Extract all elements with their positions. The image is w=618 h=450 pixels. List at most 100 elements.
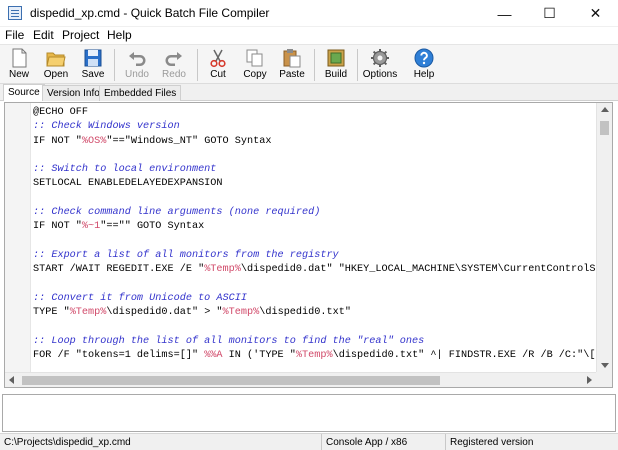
code-text: "=="" GOTO Syntax: [100, 221, 205, 233]
code-text: TYPE ": [33, 307, 70, 319]
undo-icon: [129, 52, 146, 66]
menu-file[interactable]: File: [5, 28, 24, 42]
code-line[interactable]: [33, 235, 599, 249]
help-icon: [414, 48, 434, 68]
code-comment: :: Export a list of all monitors from th…: [33, 249, 339, 261]
code-line[interactable]: SETLOCAL ENABLEDELAYEDEXPANSION: [33, 177, 599, 191]
code-line[interactable]: [33, 278, 599, 292]
code-text: "=="Windows_NT" GOTO Syntax: [106, 135, 272, 147]
scroll-up-icon[interactable]: [601, 107, 609, 112]
new-file-icon: [12, 48, 27, 68]
options-button[interactable]: Options: [361, 46, 399, 84]
status-build-mode: Console App / x86: [322, 434, 446, 450]
code-line[interactable]: IF NOT "%~1"=="" GOTO Syntax: [33, 220, 599, 234]
horizontal-scrollbar[interactable]: [5, 372, 596, 387]
code-variable: %OS%: [81, 135, 107, 147]
horizontal-scroll-thumb[interactable]: [22, 376, 440, 385]
help-button-label: Help: [413, 69, 435, 80]
code-text: START /WAIT REGEDIT.EXE /E ": [33, 264, 205, 276]
menu-bar: File Edit Project Help: [0, 27, 618, 44]
code-line[interactable]: TYPE "%Temp%\dispedid0.dat" > "%Temp%\di…: [33, 306, 599, 320]
maximize-button[interactable]: ☐: [527, 0, 572, 27]
title-bar[interactable]: dispedid_xp.cmd - Quick Batch File Compi…: [0, 0, 618, 27]
code-text: IF NOT ": [33, 135, 82, 147]
code-comment: :: Switch to local environment: [33, 164, 217, 176]
code-comment: :: Check Windows version: [33, 121, 180, 133]
vertical-scrollbar[interactable]: [596, 103, 612, 373]
redo-icon: [165, 52, 182, 66]
window-title: dispedid_xp.cmd - Quick Batch File Compi…: [30, 6, 270, 20]
scroll-left-icon[interactable]: [9, 376, 14, 384]
code-text: \dispedid0.dat" > ": [106, 307, 223, 319]
scroll-right-icon[interactable]: [587, 376, 592, 384]
code-comment: :: Check command line arguments (none re…: [33, 207, 321, 219]
code-text: IF NOT ": [33, 221, 82, 233]
output-panel[interactable]: [2, 394, 616, 432]
gear-icon: [371, 49, 389, 67]
menu-project[interactable]: Project: [62, 28, 99, 42]
code-line[interactable]: [33, 320, 599, 334]
app-icon: [8, 6, 22, 20]
redo-button[interactable]: Redo: [155, 46, 193, 84]
copy-icon: [246, 49, 263, 67]
paste-button-label: Paste: [279, 69, 305, 80]
folder-open-icon: [46, 52, 66, 67]
menu-help[interactable]: Help: [107, 28, 132, 42]
scrollbar-corner: [596, 372, 612, 387]
tab-version-info[interactable]: Version Info: [42, 85, 105, 101]
code-line[interactable]: :: Export a list of all monitors from th…: [33, 249, 599, 263]
code-line[interactable]: FOR /F "tokens=1 delims=[]" %%A IN ('TYP…: [33, 349, 599, 363]
floppy-save-icon: [84, 49, 102, 67]
editor-gutter: [5, 103, 31, 373]
code-line[interactable]: :: Switch to local environment: [33, 163, 599, 177]
code-text: \dispedid0.txt" ^| FINDSTR.EXE /R /B /C:…: [332, 350, 599, 362]
redo-button-label: Redo: [162, 69, 186, 80]
tab-source[interactable]: Source: [3, 84, 45, 101]
code-variable: %Temp%: [222, 307, 260, 319]
close-button[interactable]: ✕: [573, 0, 618, 27]
options-button-label: Options: [362, 69, 398, 80]
scroll-down-icon[interactable]: [601, 363, 609, 368]
build-button[interactable]: Build: [317, 46, 355, 84]
save-button[interactable]: Save: [74, 46, 112, 84]
code-comment: :: Convert it from Unicode to ASCII: [33, 292, 247, 304]
minimize-button[interactable]: —: [482, 0, 527, 27]
source-editor[interactable]: @ECHO OFF:: Check Windows versionIF NOT …: [4, 102, 613, 388]
code-area[interactable]: @ECHO OFF:: Check Windows versionIF NOT …: [33, 106, 599, 372]
code-text: \dispedid0.dat" "HKEY_LOCAL_MACHINE\SYST…: [240, 264, 599, 276]
code-comment: :: Loop through the list of all monitors…: [33, 335, 425, 347]
code-line[interactable]: [33, 149, 599, 163]
code-line[interactable]: [33, 192, 599, 206]
code-line[interactable]: :: Convert it from Unicode to ASCII: [33, 292, 599, 306]
scissors-icon: [210, 49, 226, 68]
code-line[interactable]: :: Loop through the list of all monitors…: [33, 335, 599, 349]
code-text: \dispedid0.txt": [259, 307, 351, 319]
code-text: @ECHO OFF: [33, 107, 89, 118]
code-text: SETLOCAL ENABLEDELAYEDEXPANSION: [33, 178, 223, 190]
status-registration: Registered version: [450, 437, 534, 448]
vertical-scroll-thumb[interactable]: [600, 121, 609, 135]
code-line[interactable]: IF NOT "%OS%"=="Windows_NT" GOTO Syntax: [33, 135, 599, 149]
build-button-label: Build: [324, 69, 348, 80]
code-variable: %Temp%: [69, 307, 107, 319]
status-bar: C:\Projects\dispedid_xp.cmd Console App …: [0, 433, 618, 450]
tab-strip: Source Version Info Embedded Files: [0, 84, 618, 101]
paste-icon: [283, 49, 301, 68]
tab-embedded-files[interactable]: Embedded Files: [99, 85, 182, 101]
build-box-icon: [327, 49, 345, 67]
code-line[interactable]: :: Check Windows version: [33, 120, 599, 134]
toolbar: New Open Save Undo Redo Cut Copy Paste B…: [0, 44, 618, 84]
menu-edit[interactable]: Edit: [33, 28, 54, 42]
code-text: FOR /F "tokens=1 delims=[]": [33, 350, 205, 362]
code-variable: %Temp%: [204, 264, 241, 276]
code-line[interactable]: START /WAIT REGEDIT.EXE /E "%Temp%\dispe…: [33, 263, 599, 277]
help-button[interactable]: Help: [405, 46, 443, 84]
code-variable: %~1: [81, 221, 101, 233]
status-file-path: C:\Projects\dispedid_xp.cmd: [0, 434, 322, 450]
code-line[interactable]: :: Check command line arguments (none re…: [33, 206, 599, 220]
code-line[interactable]: @ECHO OFF: [33, 106, 599, 120]
save-button-label: Save: [81, 69, 105, 80]
paste-button[interactable]: Paste: [273, 46, 311, 84]
code-text: IN ('TYPE ": [222, 350, 296, 362]
code-variable: %Temp%: [295, 350, 333, 362]
